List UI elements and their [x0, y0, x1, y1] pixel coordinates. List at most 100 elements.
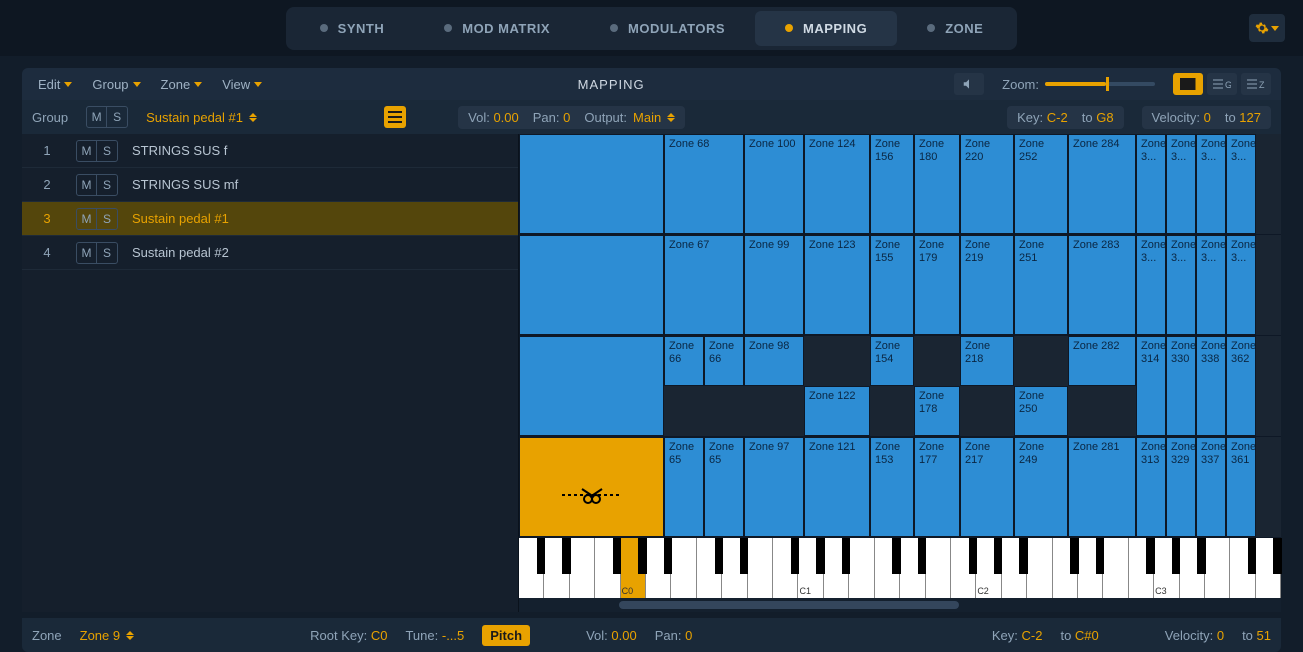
zone-cell[interactable]: Zone 314 [1136, 336, 1166, 436]
white-key[interactable] [748, 538, 773, 598]
zone-cell[interactable] [519, 235, 664, 335]
white-key[interactable] [926, 538, 951, 598]
white-key[interactable] [1027, 538, 1052, 598]
white-key[interactable] [1205, 538, 1230, 598]
view-mode-keyboard[interactable] [1173, 73, 1203, 95]
row-mute-button[interactable]: M [77, 243, 97, 263]
black-key[interactable] [664, 538, 672, 574]
zone-cell[interactable]: Zone 3... [1226, 235, 1256, 335]
zone-cell[interactable]: Zone 3... [1226, 134, 1256, 234]
zone-cell[interactable]: Zone 65 [704, 437, 744, 537]
zone-cell[interactable]: Zone 3... [1136, 134, 1166, 234]
group-output[interactable]: Output: Main [584, 110, 675, 125]
zone-cell[interactable]: Zone 123 [804, 235, 870, 335]
zone-cell[interactable]: Zone 155 [870, 235, 914, 335]
row-solo-button[interactable]: S [97, 141, 117, 161]
group-vel-high[interactable]: 127 [1239, 110, 1261, 125]
zone-cell[interactable]: Zone 220 [960, 134, 1014, 234]
black-key[interactable] [613, 538, 621, 574]
black-key[interactable] [994, 538, 1002, 574]
group-key-high[interactable]: G8 [1096, 110, 1113, 125]
row-solo-button[interactable]: S [97, 175, 117, 195]
zone-cell[interactable] [519, 134, 664, 234]
zone-cell[interactable]: Zone 361 [1226, 437, 1256, 537]
black-key[interactable] [740, 538, 748, 574]
zone-cell[interactable]: Zone 283 [1068, 235, 1136, 335]
row-solo-button[interactable]: S [97, 243, 117, 263]
zone-cell[interactable]: Zone 218 [960, 336, 1014, 386]
zone-cell[interactable]: Zone 3... [1196, 235, 1226, 335]
zone-selector[interactable]: Zone 9 [80, 628, 134, 643]
zone-cell[interactable]: Zone 3... [1166, 134, 1196, 234]
zone-cell[interactable]: Zone 156 [870, 134, 914, 234]
zone-vel-high[interactable]: 51 [1257, 628, 1271, 643]
black-key[interactable] [1146, 538, 1154, 574]
group-selector[interactable]: Sustain pedal #1 [146, 110, 366, 125]
zone-cell[interactable]: Zone 338 [1196, 336, 1226, 436]
zone-cell[interactable]: Zone 100 [744, 134, 804, 234]
white-key[interactable] [1103, 538, 1128, 598]
zone-cell[interactable]: Zone 284 [1068, 134, 1136, 234]
black-key[interactable] [1019, 538, 1027, 574]
group-row[interactable]: 4 M S Sustain pedal #2 [22, 236, 518, 270]
black-key[interactable] [918, 538, 926, 574]
tab-modmatrix[interactable]: MOD MATRIX [414, 11, 580, 46]
zone-cell[interactable]: Zone 3... [1196, 134, 1226, 234]
zone-cell[interactable]: Zone 251 [1014, 235, 1068, 335]
zone-cell[interactable]: Zone 66 [704, 336, 744, 386]
zone-cell[interactable]: Zone 67 [664, 235, 744, 335]
black-key[interactable] [1273, 538, 1281, 574]
black-key[interactable] [1197, 538, 1205, 574]
zone-cell[interactable] [519, 336, 664, 436]
zone-cell[interactable]: Zone 252 [1014, 134, 1068, 234]
zone-key-low[interactable]: C-2 [1022, 628, 1043, 643]
row-mute-button[interactable]: M [77, 209, 97, 229]
view-mode-zone[interactable]: Z [1241, 73, 1271, 95]
zone-cell[interactable]: Zone 313 [1136, 437, 1166, 537]
white-key[interactable] [570, 538, 595, 598]
row-solo-button[interactable]: S [97, 209, 117, 229]
zone-cell[interactable]: Zone 124 [804, 134, 870, 234]
zone-cell[interactable] [519, 437, 664, 537]
zone-rootkey[interactable]: C0 [371, 628, 388, 643]
zone-cell[interactable]: Zone 330 [1166, 336, 1196, 436]
zone-cell[interactable]: Zone 68 [664, 134, 744, 234]
black-key[interactable] [816, 538, 824, 574]
zone-cell[interactable]: Zone 121 [804, 437, 870, 537]
zone-cell[interactable]: Zone 249 [1014, 437, 1068, 537]
zone-cell[interactable]: Zone 153 [870, 437, 914, 537]
zone-cell[interactable]: Zone 217 [960, 437, 1014, 537]
zone-cell[interactable]: Zone 177 [914, 437, 960, 537]
menu-view[interactable]: View [216, 77, 268, 92]
audition-button[interactable] [954, 73, 984, 95]
tab-modulators[interactable]: MODULATORS [580, 11, 755, 46]
black-key[interactable] [1070, 538, 1078, 574]
menu-edit[interactable]: Edit [32, 77, 78, 92]
zone-cell[interactable]: Zone 66 [664, 336, 704, 386]
zone-cell[interactable]: Zone 97 [744, 437, 804, 537]
zone-cell[interactable]: Zone 329 [1166, 437, 1196, 537]
black-key[interactable] [1096, 538, 1104, 574]
black-key[interactable] [791, 538, 799, 574]
menu-zone[interactable]: Zone [155, 77, 209, 92]
black-key[interactable] [715, 538, 723, 574]
group-vel-low[interactable]: 0 [1204, 110, 1211, 125]
black-key[interactable] [892, 538, 900, 574]
group-mute-button[interactable]: M [87, 107, 107, 127]
black-key[interactable] [842, 538, 850, 574]
zone-cell[interactable]: Zone 65 [664, 437, 704, 537]
zone-cell[interactable]: Zone 180 [914, 134, 960, 234]
zone-tune[interactable]: -...5 [442, 628, 464, 643]
row-mute-button[interactable]: M [77, 175, 97, 195]
white-key[interactable] [849, 538, 874, 598]
zone-cell[interactable]: Zone 362 [1226, 336, 1256, 436]
group-pan[interactable]: 0 [563, 110, 570, 125]
group-list-button[interactable] [384, 106, 406, 128]
tab-synth[interactable]: SYNTH [290, 11, 415, 46]
tab-zone[interactable]: ZONE [897, 11, 1013, 46]
zone-cell[interactable]: Zone 98 [744, 336, 804, 386]
group-key-low[interactable]: C-2 [1047, 110, 1068, 125]
group-solo-button[interactable]: S [107, 107, 127, 127]
zone-cell[interactable]: Zone 3... [1166, 235, 1196, 335]
black-key[interactable] [969, 538, 977, 574]
